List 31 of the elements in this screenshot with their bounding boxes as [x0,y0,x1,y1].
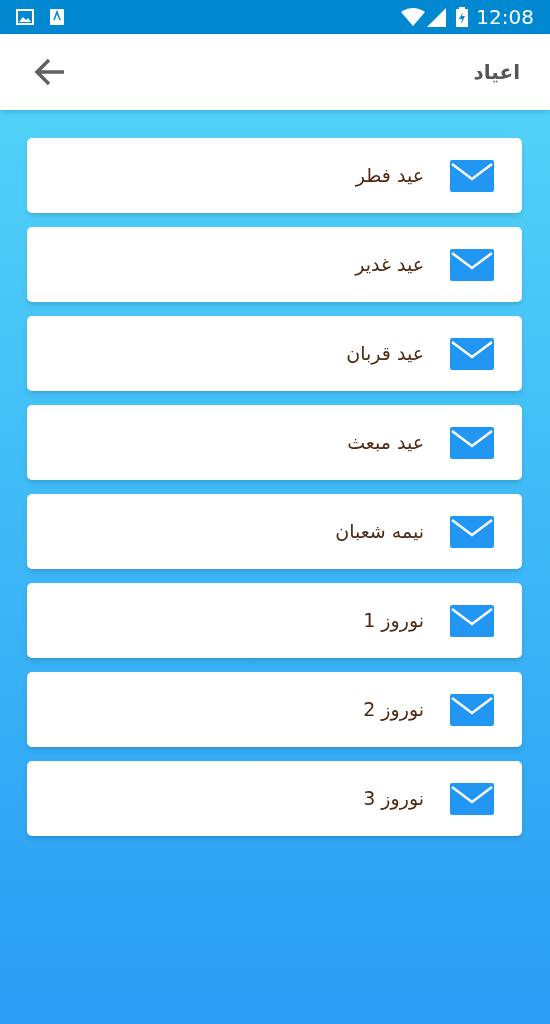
list-item[interactable]: عید فطر [27,138,522,213]
item-label: عید فطر [355,163,424,189]
signal-icon [427,7,447,27]
keyboard-icon [50,9,64,25]
item-label: عید مبعث [347,430,424,456]
status-time: 12:08 [476,4,534,31]
wifi-icon [401,8,426,26]
page-title: اعیاد [473,59,520,86]
list-item[interactable]: نوروز 2 [27,672,522,747]
envelope-icon [450,248,494,281]
envelope-icon [450,515,494,548]
envelope-icon [450,337,494,370]
envelope-icon [450,782,494,815]
list-item[interactable]: نوروز 3 [27,761,522,836]
item-label: عید قربان [346,341,424,367]
item-label: نوروز 1 [363,608,424,634]
item-label: نیمه شعبان [335,519,424,545]
item-label: نوروز 3 [363,786,424,812]
list-item[interactable]: نیمه شعبان [27,494,522,569]
list-item[interactable]: عید قربان [27,316,522,391]
battery-icon [456,7,469,27]
envelope-icon [450,693,494,726]
image-icon [16,9,34,25]
list-item[interactable]: عید غدیر [27,227,522,302]
envelope-icon [450,426,494,459]
envelope-icon [450,604,494,637]
envelope-icon [450,159,494,192]
list-item[interactable]: نوروز 1 [27,583,522,658]
item-label: عید غدیر [355,252,424,278]
list-item[interactable]: عید مبعث [27,405,522,480]
item-label: نوروز 2 [363,697,424,723]
